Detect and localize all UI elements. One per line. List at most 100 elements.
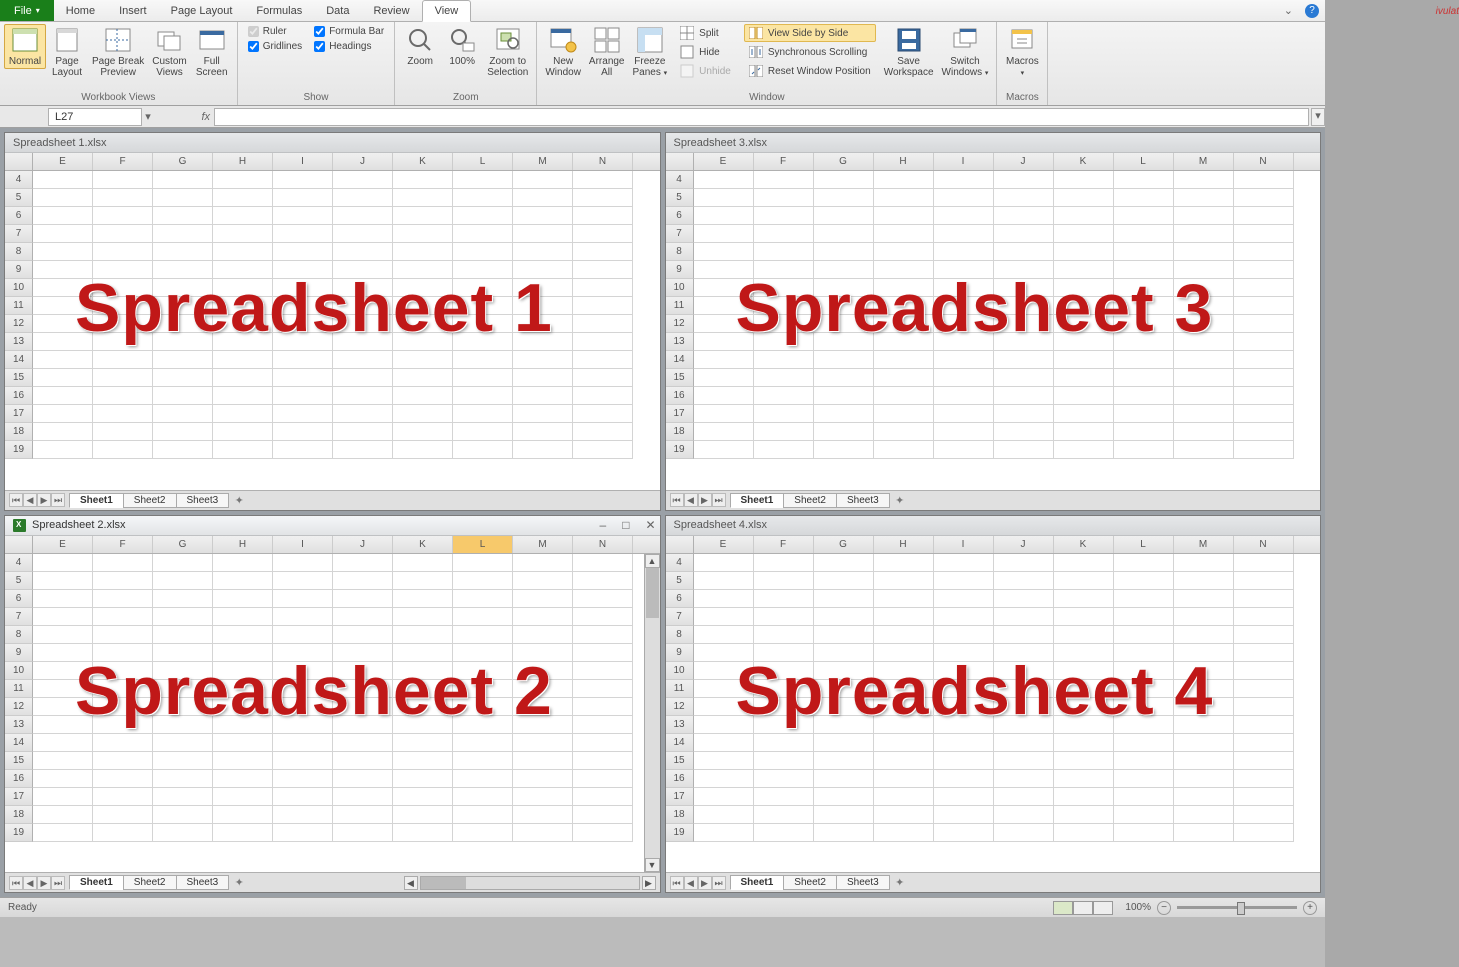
cell[interactable] [213, 824, 273, 842]
cell[interactable] [814, 698, 874, 716]
cell[interactable] [934, 333, 994, 351]
cell[interactable] [213, 171, 273, 189]
spreadsheet-grid[interactable]: EFGHIJKLMN45678910111213141516171819Spre… [5, 536, 660, 873]
column-header[interactable]: K [1054, 153, 1114, 170]
cell[interactable] [1054, 608, 1114, 626]
cell[interactable] [1234, 770, 1294, 788]
cell[interactable] [573, 261, 633, 279]
cell[interactable] [33, 261, 93, 279]
cell[interactable] [213, 752, 273, 770]
cell[interactable] [573, 626, 633, 644]
cell[interactable] [994, 662, 1054, 680]
cell[interactable] [814, 716, 874, 734]
cell[interactable] [453, 369, 513, 387]
cell[interactable] [934, 405, 994, 423]
cell[interactable] [333, 644, 393, 662]
cell[interactable] [513, 680, 573, 698]
cell[interactable] [93, 297, 153, 315]
row-header[interactable]: 9 [666, 261, 694, 279]
cell[interactable] [754, 716, 814, 734]
cell[interactable] [874, 423, 934, 441]
cell[interactable] [1114, 680, 1174, 698]
cell[interactable] [453, 405, 513, 423]
cell[interactable] [333, 189, 393, 207]
row-header[interactable]: 16 [5, 387, 33, 405]
row-header[interactable]: 14 [666, 351, 694, 369]
cell[interactable] [213, 369, 273, 387]
formula-input[interactable] [214, 108, 1309, 126]
cell[interactable] [153, 333, 213, 351]
column-header[interactable]: E [33, 536, 93, 553]
row-header[interactable]: 12 [5, 698, 33, 716]
row-header[interactable]: 7 [666, 608, 694, 626]
cell[interactable] [934, 207, 994, 225]
cell[interactable] [33, 279, 93, 297]
cell[interactable] [874, 225, 934, 243]
cell[interactable] [393, 644, 453, 662]
cell[interactable] [93, 279, 153, 297]
cell[interactable] [934, 189, 994, 207]
cell[interactable] [213, 554, 273, 572]
cell[interactable] [453, 441, 513, 459]
column-header[interactable]: E [694, 153, 754, 170]
cell[interactable] [934, 752, 994, 770]
cell[interactable] [1114, 734, 1174, 752]
cell[interactable] [513, 315, 573, 333]
cell[interactable] [754, 770, 814, 788]
cell[interactable] [573, 369, 633, 387]
cell[interactable] [1114, 189, 1174, 207]
cell[interactable] [573, 806, 633, 824]
cell[interactable] [694, 189, 754, 207]
cell[interactable] [994, 225, 1054, 243]
first-sheet-icon[interactable]: ⏮ [670, 876, 684, 890]
name-box[interactable]: L27 [48, 108, 142, 126]
column-header[interactable]: N [1234, 153, 1294, 170]
cell[interactable] [1174, 716, 1234, 734]
cell[interactable] [874, 333, 934, 351]
cell[interactable] [814, 734, 874, 752]
row-header[interactable]: 14 [5, 734, 33, 752]
cell[interactable] [1234, 387, 1294, 405]
cell[interactable] [754, 734, 814, 752]
cell[interactable] [333, 626, 393, 644]
cell[interactable] [1174, 387, 1234, 405]
cell[interactable] [93, 770, 153, 788]
cell[interactable] [994, 279, 1054, 297]
page-layout-button[interactable]: Page Layout [46, 24, 88, 80]
cell[interactable] [694, 734, 754, 752]
cell[interactable] [694, 225, 754, 243]
cell[interactable] [333, 405, 393, 423]
cell[interactable] [153, 572, 213, 590]
cell[interactable] [694, 626, 754, 644]
full-screen-button[interactable]: Full Screen [191, 24, 233, 80]
row-header[interactable]: 13 [5, 333, 33, 351]
cell[interactable] [213, 405, 273, 423]
row-header[interactable]: 13 [666, 716, 694, 734]
cell[interactable] [213, 788, 273, 806]
row-header[interactable]: 11 [666, 297, 694, 315]
cell[interactable] [814, 788, 874, 806]
column-header[interactable]: G [153, 536, 213, 553]
cell[interactable] [93, 716, 153, 734]
cell[interactable] [1114, 243, 1174, 261]
cell[interactable] [513, 333, 573, 351]
cell[interactable] [333, 662, 393, 680]
cell[interactable] [754, 279, 814, 297]
cell[interactable] [153, 261, 213, 279]
cell[interactable] [393, 824, 453, 842]
cell[interactable] [513, 752, 573, 770]
row-header[interactable]: 17 [666, 788, 694, 806]
arrange-all-button[interactable]: Arrange All [585, 24, 629, 80]
cell[interactable] [153, 387, 213, 405]
cell[interactable] [213, 644, 273, 662]
cell[interactable] [1114, 279, 1174, 297]
cell[interactable] [1174, 225, 1234, 243]
cell[interactable] [1114, 333, 1174, 351]
cell[interactable] [273, 387, 333, 405]
row-header[interactable]: 11 [666, 680, 694, 698]
cell[interactable] [273, 590, 333, 608]
cell[interactable] [453, 351, 513, 369]
cell[interactable] [1234, 225, 1294, 243]
column-header[interactable]: F [93, 536, 153, 553]
custom-views-button[interactable]: Custom Views [148, 24, 190, 80]
